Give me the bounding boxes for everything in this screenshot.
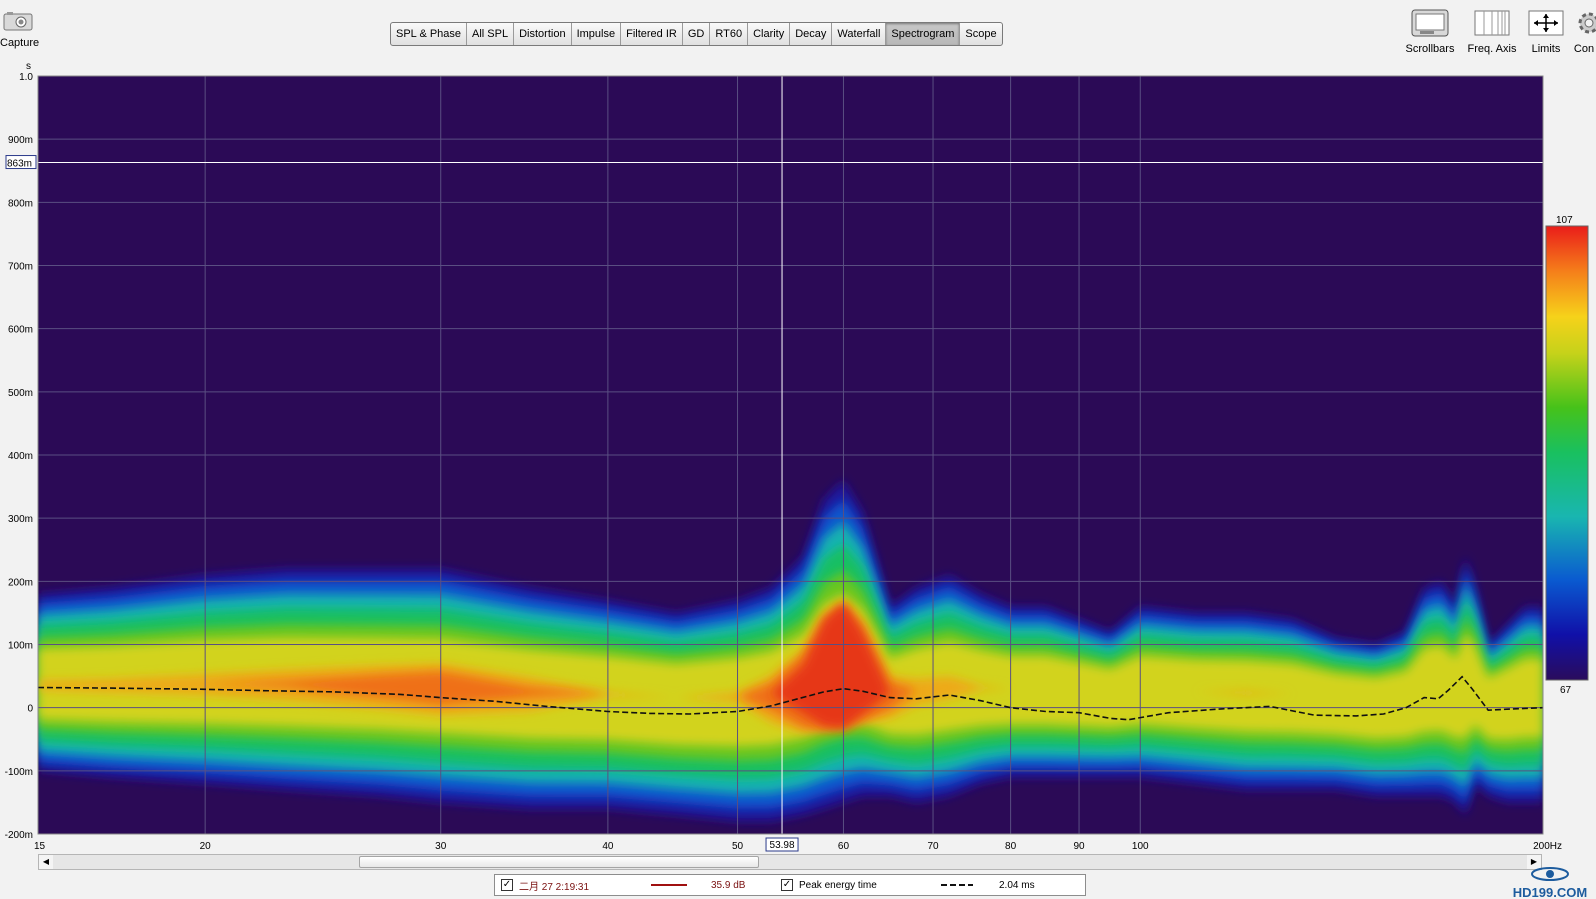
peak-line-swatch (941, 884, 973, 886)
camera-icon (3, 12, 33, 31)
spectrogram-chart[interactable]: 15 20 30 40 50 60 70 80 90 100 200Hz 1.0 900m 800m 70… (0, 60, 1596, 852)
y-tick-label: 1.0 (19, 72, 33, 83)
y-tick-label: -200m (5, 830, 33, 841)
measurement-checkbox[interactable]: ✓ (501, 879, 513, 891)
y-axis: 1.0 900m 800m 700m 600m 500m 400m 300m 200m 100m 0… (5, 72, 34, 841)
measurement-name: 二月 27 2:19:31 (519, 881, 590, 893)
scrollbars-button[interactable]: Scrollbars (1400, 8, 1460, 55)
graph-tab-bar: SPL & Phase All SPL Distortion Impulse Filte… (390, 22, 1003, 46)
cursor-x-readout: 53.98 (765, 837, 799, 852)
y-unit-label: s (26, 61, 31, 72)
controls-label: Con (1573, 43, 1595, 55)
freq-axis-button[interactable]: Freq. Axis (1460, 8, 1524, 55)
y-tick-label: 400m (8, 451, 33, 462)
x-tick-label: 15 (34, 841, 46, 852)
capture-button[interactable]: Capture (0, 10, 40, 49)
y-tick-label: 900m (8, 135, 33, 146)
limits-label: Limits (1531, 43, 1561, 55)
tab-spl-phase[interactable]: SPL & Phase (391, 23, 468, 45)
color-scale-bar (1545, 225, 1589, 681)
horizontal-scrollbar[interactable]: ◀ ▶ (38, 854, 1542, 870)
x-tick-label: 90 (1073, 841, 1085, 852)
scroll-thumb[interactable] (359, 856, 759, 868)
tab-rt60[interactable]: RT60 (710, 23, 749, 45)
capture-label: Capture (0, 37, 40, 49)
y-tick-label: 0 (27, 704, 33, 715)
tab-filtered-ir[interactable]: Filtered IR (621, 23, 683, 45)
y-tick-label: -100m (5, 767, 33, 778)
color-scale-max: 107 (1556, 215, 1573, 226)
tab-spectrogram[interactable]: Spectrogram (886, 23, 961, 45)
cursor-y-value: 863m (7, 159, 32, 170)
tab-impulse[interactable]: Impulse (572, 23, 622, 45)
limits-icon (1528, 10, 1564, 36)
scrollbars-label: Scrollbars (1405, 43, 1455, 55)
tab-scope[interactable]: Scope (960, 23, 1001, 45)
tab-waterfall[interactable]: Waterfall (832, 23, 887, 45)
tab-all-spl[interactable]: All SPL (467, 23, 515, 45)
measurement-line-swatch (651, 884, 687, 886)
y-tick-label: 300m (8, 514, 33, 525)
x-tick-label: 200Hz (1533, 841, 1562, 852)
x-tick-label: 40 (602, 841, 614, 852)
gear-icon (1578, 12, 1596, 34)
peak-energy-label: Peak energy time (799, 879, 877, 891)
peak-energy-checkbox[interactable]: ✓ (781, 879, 793, 891)
watermark-text: HD199.COM (1512, 885, 1588, 899)
scroll-left-arrow[interactable]: ◀ (39, 855, 53, 869)
y-tick-label: 600m (8, 325, 33, 336)
plot-area (37, 75, 1544, 835)
x-tick-label: 100 (1132, 841, 1149, 852)
eye-logo-icon (1531, 867, 1569, 881)
controls-button[interactable]: Con (1572, 8, 1596, 55)
x-tick-label: 80 (1005, 841, 1017, 852)
cursor-x-value: 53.98 (770, 840, 795, 851)
tab-clarity[interactable]: Clarity (748, 23, 791, 45)
tab-gd[interactable]: GD (683, 23, 711, 45)
x-tick-label: 20 (200, 841, 212, 852)
rew-spectrogram-window: { "toolbar": { "capture_label": "Capture… (0, 0, 1596, 899)
tab-distortion[interactable]: Distortion (514, 23, 572, 45)
watermark-logo: HD199.COM (1504, 866, 1596, 899)
y-tick-label: 800m (8, 198, 33, 209)
tab-decay[interactable]: Decay (790, 23, 833, 45)
y-tick-label: 700m (8, 262, 33, 273)
y-tick-label: 100m (8, 641, 33, 652)
peak-energy-value: 2.04 ms (999, 879, 1035, 891)
y-tick-label: 200m (8, 577, 33, 588)
color-scale-min: 67 (1560, 685, 1572, 696)
scrollbars-icon (1411, 9, 1449, 37)
x-tick-label: 30 (435, 841, 447, 852)
y-tick-label: 500m (8, 388, 33, 399)
x-tick-label: 50 (732, 841, 744, 852)
legend-panel: ✓ 二月 27 2:19:31 35.9 dB ✓ Peak energy ti… (494, 874, 1086, 896)
color-scale: 107 67 (1545, 215, 1589, 696)
freq-axis-icon (1474, 10, 1510, 36)
measurement-value: 35.9 dB (711, 879, 746, 891)
cursor-y-readout: 863m (5, 155, 37, 170)
freq-axis-label: Freq. Axis (1467, 43, 1517, 55)
x-tick-label: 70 (927, 841, 939, 852)
x-tick-label: 60 (838, 841, 850, 852)
limits-button[interactable]: Limits (1524, 8, 1568, 55)
